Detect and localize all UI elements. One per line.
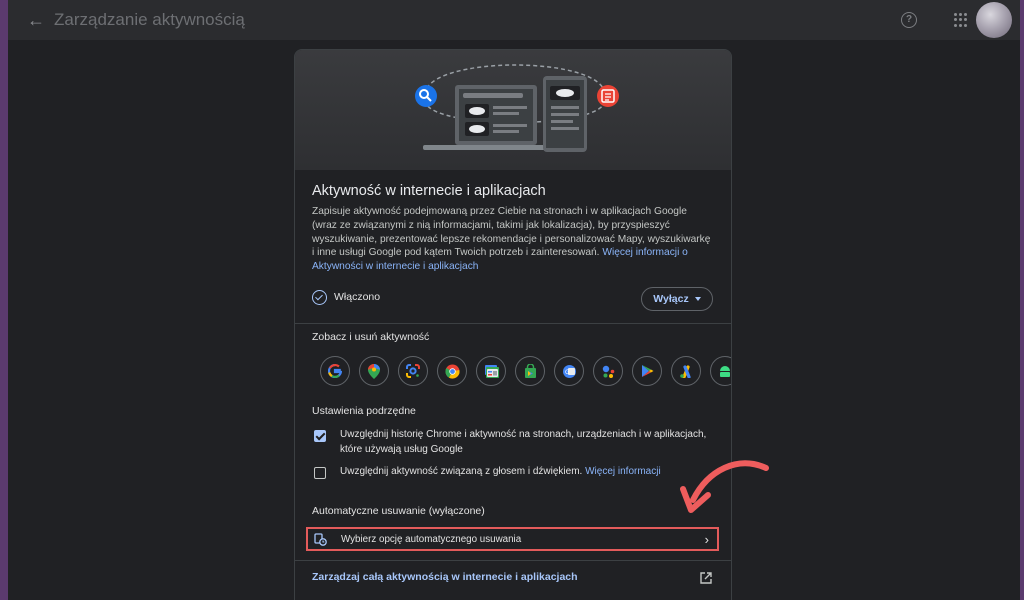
help-icon[interactable]: ?	[901, 12, 917, 28]
caret-down-icon	[694, 297, 701, 301]
back-arrow-icon[interactable]: ←	[26, 10, 46, 30]
app-icons-row: G	[312, 356, 731, 390]
voice-audio-label: Uwzględnij aktywność związaną z głosem i…	[340, 466, 661, 477]
translate-icon[interactable]: G	[554, 356, 584, 386]
auto-delete-heading: Automatyczne usuwanie (wyłączone)	[312, 505, 485, 517]
auto-delete-icon	[314, 533, 327, 546]
top-bar: ← Zarządzanie aktywnością ?	[8, 0, 1020, 40]
ads-icon[interactable]	[671, 356, 701, 386]
card-title: Aktywność w internecie i aplikacjach	[312, 183, 546, 199]
news-icon[interactable]	[476, 356, 506, 386]
page-title: Zarządzanie aktywnością	[54, 10, 245, 29]
annotation-arrow-icon	[680, 460, 769, 513]
chrome-history-label: Uwzględnij historię Chrome i aktywność n…	[340, 429, 707, 455]
voice-audio-checkbox[interactable]	[314, 467, 326, 479]
activity-card: Aktywność w internecie i aplikacjach Zap…	[294, 49, 732, 600]
divider	[295, 560, 731, 561]
google-icon[interactable]	[320, 356, 350, 386]
see-delete-heading: Zobacz i usuń aktywność	[312, 331, 430, 343]
manage-activity-link[interactable]: Zarządzaj całą aktywnością w internecie …	[312, 571, 578, 583]
avatar[interactable]	[976, 2, 1012, 38]
play-icon[interactable]	[632, 356, 662, 386]
chrome-history-checkbox[interactable]	[314, 430, 326, 442]
check-circle-icon	[312, 290, 327, 305]
auto-delete-option-row[interactable]: Wybierz opcję automatycznego usuwania ›	[306, 527, 719, 551]
lens-icon[interactable]	[398, 356, 428, 386]
voice-learn-more-link[interactable]: Więcej informacji	[585, 466, 661, 477]
auto-delete-option-label: Wybierz opcję automatycznego usuwania	[341, 534, 522, 545]
status-text: Włączono	[334, 291, 381, 303]
android-icon[interactable]	[710, 356, 731, 386]
hero-illustration	[295, 50, 731, 170]
svg-text:G: G	[565, 369, 570, 376]
turn-off-button[interactable]: Wyłącz	[641, 287, 713, 311]
apps-grid-icon[interactable]	[954, 13, 968, 27]
chrome-icon[interactable]	[437, 356, 467, 386]
chevron-right-icon: ›	[704, 532, 709, 547]
app-window: ← Zarządzanie aktywnością ? Aktywność w …	[8, 0, 1020, 600]
maps-icon[interactable]	[359, 356, 389, 386]
subsettings-heading: Ustawienia podrzędne	[312, 405, 416, 417]
card-description: Zapisuje aktywność podejmowaną przez Cie…	[312, 206, 711, 273]
play-store-bag-icon[interactable]	[515, 356, 545, 386]
divider	[295, 323, 731, 324]
assistant-icon[interactable]	[593, 356, 623, 386]
status-row: Włączono Wyłącz	[312, 287, 716, 313]
open-external-icon[interactable]	[699, 571, 713, 585]
